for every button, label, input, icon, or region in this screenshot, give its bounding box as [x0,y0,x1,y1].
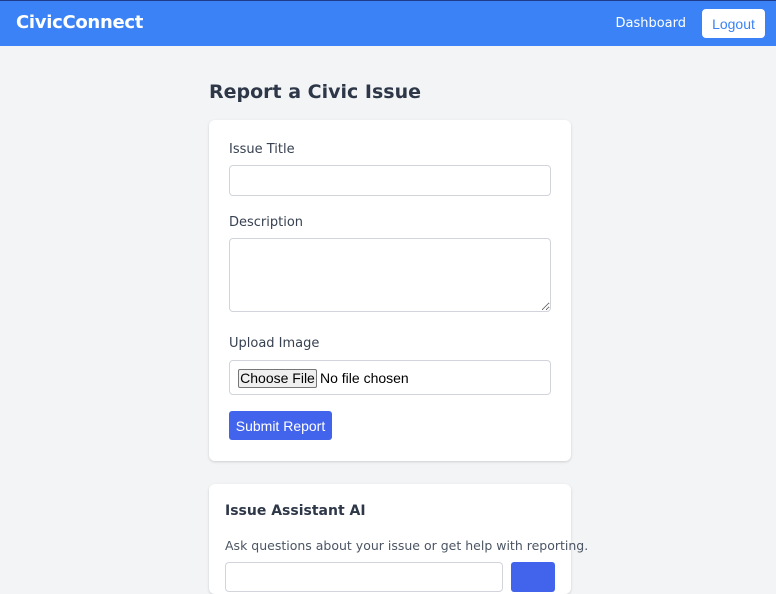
nav-link-dashboard[interactable]: Dashboard [615,16,686,31]
upload-image-label: Upload Image [229,336,320,351]
file-status-text: No file chosen [320,370,409,386]
issue-title-input[interactable] [229,165,551,196]
description-label: Description [229,215,304,230]
brand-logo[interactable]: CivicConnect [16,12,143,33]
assistant-description: Ask questions about your issue or get he… [225,538,589,553]
logout-button[interactable]: Logout [702,9,765,38]
assistant-send-button[interactable] [511,562,555,592]
report-form-card: Issue Title Description Upload Image Cho… [209,120,571,461]
submit-report-button[interactable]: Submit Report [229,411,332,440]
issue-assistant-card: Issue Assistant AI Ask questions about y… [209,484,588,594]
assistant-question-input[interactable] [225,562,503,592]
top-navbar: CivicConnect Dashboard Logout [0,0,776,46]
issue-title-label: Issue Title [229,142,295,157]
file-upload-field[interactable]: Choose File No file chosen [229,360,551,395]
assistant-title: Issue Assistant AI [225,503,366,519]
description-textarea[interactable] [229,238,551,312]
page-title: Report a Civic Issue [209,81,422,103]
choose-file-button[interactable]: Choose File [238,369,317,388]
